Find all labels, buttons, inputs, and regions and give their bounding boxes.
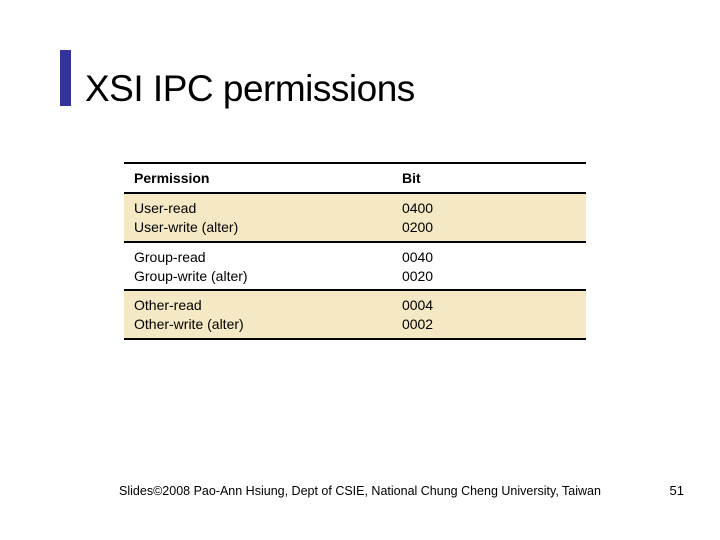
table-row: User-readUser-write (alter) 04000200 [124,193,586,242]
cell-bit: 00400020 [392,242,586,291]
table-row: Group-readGroup-write (alter) 00400020 [124,242,586,291]
permissions-table: Permission Bit User-readUser-write (alte… [124,162,586,340]
table-row: Other-readOther-write (alter) 00040002 [124,290,586,339]
header-bit: Bit [392,163,586,193]
title-accent-bar [60,50,71,106]
cell-bit: 00040002 [392,290,586,339]
permissions-table-wrap: Permission Bit User-readUser-write (alte… [124,162,586,340]
title-area: XSI IPC permissions [60,50,720,110]
header-permission: Permission [124,163,392,193]
footer-note: Slides©2008 Pao-Ann Hsiung, Dept of CSIE… [0,484,720,498]
cell-permission: Other-readOther-write (alter) [124,290,392,339]
cell-permission: Group-readGroup-write (alter) [124,242,392,291]
slide: XSI IPC permissions Permission Bit User-… [0,0,720,540]
page-number: 51 [670,483,684,498]
page-title: XSI IPC permissions [85,68,415,110]
table-header-row: Permission Bit [124,163,586,193]
cell-bit: 04000200 [392,193,586,242]
cell-permission: User-readUser-write (alter) [124,193,392,242]
